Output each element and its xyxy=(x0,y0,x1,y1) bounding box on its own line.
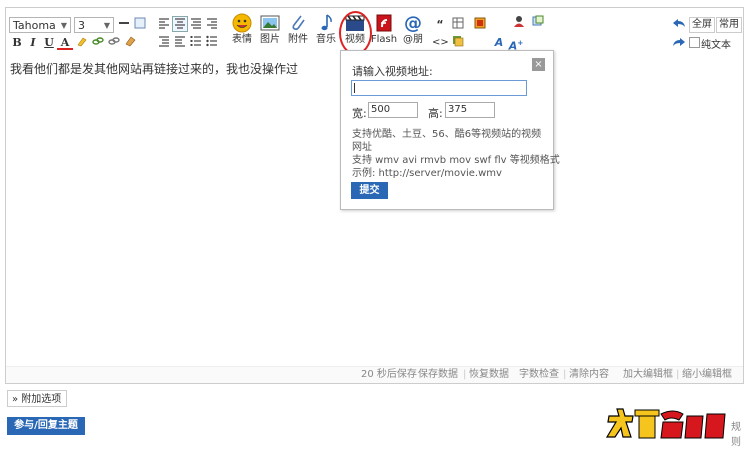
align-left-icon[interactable] xyxy=(156,17,172,33)
support-note-1: 支持优酷、土豆、56、酷6等视频站的视频 xyxy=(352,129,542,140)
example-note: 示例: http://server/movie.wmv xyxy=(352,168,502,179)
common-button[interactable]: 常用 xyxy=(716,17,742,33)
shrink-editor-link[interactable]: 缩小编辑框 xyxy=(682,367,732,382)
editor-toolbar: Tahoma ▼ 3 ▼ B I U A 表情 图片 附件 音乐 视频 Flas… xyxy=(6,8,743,55)
undo-icon[interactable] xyxy=(672,17,686,32)
free-icon[interactable] xyxy=(450,35,466,51)
plain-text-checkbox[interactable] xyxy=(689,37,700,48)
height-input[interactable]: 375 xyxy=(445,102,495,118)
flash-icon xyxy=(376,14,392,32)
font-size-value: 3 xyxy=(78,19,85,32)
enlarge-editor-link[interactable]: 加大编辑框 xyxy=(623,367,673,382)
image-button[interactable]: 图片 xyxy=(256,12,284,52)
eraser-icon[interactable] xyxy=(122,35,138,51)
font-color-button[interactable]: A xyxy=(57,35,73,50)
align-right-icon[interactable] xyxy=(204,17,220,33)
editor-content[interactable]: 我看他们都是发其他网站再链接过来的，我也没操作过 xyxy=(10,60,298,77)
underline-button[interactable]: U xyxy=(41,35,57,51)
font-style-icon[interactable]: A xyxy=(491,35,507,51)
chevron-down-icon: ▼ xyxy=(103,21,110,30)
submit-button[interactable]: 提交 xyxy=(351,182,388,199)
emoticon-button[interactable]: 表情 xyxy=(228,12,256,52)
align-center-icon[interactable] xyxy=(172,16,188,32)
width-input[interactable]: 500 xyxy=(368,102,418,118)
music-note-icon xyxy=(321,14,332,31)
indent-icon[interactable] xyxy=(156,35,172,51)
text-cursor xyxy=(354,83,355,93)
outdent-icon[interactable] xyxy=(172,35,188,51)
divider: | xyxy=(563,369,567,380)
autosave-countdown: 20 秒后保存 xyxy=(361,369,417,380)
video-highlight-circle xyxy=(339,11,372,55)
font-family-value: Tahoma xyxy=(13,19,56,32)
image-icon xyxy=(260,15,280,31)
quote-icon[interactable]: “ xyxy=(432,17,448,33)
flash-button[interactable]: Flash xyxy=(370,12,398,52)
close-icon[interactable]: × xyxy=(532,58,545,71)
redo-icon[interactable] xyxy=(672,36,686,51)
attachment-button[interactable]: 附件 xyxy=(284,12,312,52)
height-label: 高: xyxy=(428,107,443,120)
media-icon[interactable] xyxy=(472,17,488,33)
music-button[interactable]: 音乐 xyxy=(312,12,340,52)
italic-button[interactable]: I xyxy=(25,35,41,51)
background-color-icon[interactable] xyxy=(132,17,148,33)
width-label: 宽: xyxy=(352,107,367,120)
video-insert-popup: × 请输入视频地址: 宽: 500 高: 375 支持优酷、土豆、56、酷6等视… xyxy=(340,50,560,210)
chevron-down-icon: ▼ xyxy=(60,21,67,30)
clear-content-link[interactable]: 清除内容 xyxy=(569,367,609,382)
horizontal-rule-icon[interactable] xyxy=(116,17,132,33)
divider: | xyxy=(463,369,467,380)
highlighter-icon[interactable] xyxy=(74,35,90,51)
svg-text:@: @ xyxy=(404,13,422,34)
editor-status-bar: 20 秒后保存 保存数据 | 恢复数据 字数检查 | 清除内容 加大编辑框 | … xyxy=(6,366,743,383)
attach-options-button[interactable]: » 附加选项 xyxy=(7,390,67,407)
code-icon[interactable]: <> xyxy=(432,35,449,51)
table-icon[interactable] xyxy=(450,17,466,33)
font-family-select[interactable]: Tahoma ▼ xyxy=(9,17,71,33)
smiley-icon xyxy=(232,13,252,33)
ordered-list-icon[interactable] xyxy=(188,35,204,51)
save-data-link[interactable]: 保存数据 xyxy=(418,367,458,382)
copy-icon[interactable] xyxy=(530,15,546,31)
restore-data-link[interactable]: 恢复数据 xyxy=(469,367,509,382)
rules-link[interactable]: 规则 xyxy=(731,418,749,448)
word-count-link[interactable]: 字数检查 xyxy=(519,367,559,382)
align-justify-icon[interactable] xyxy=(188,17,204,33)
video-url-input[interactable] xyxy=(351,80,527,96)
font-size-select[interactable]: 3 ▼ xyxy=(74,17,114,33)
paperclip-icon xyxy=(292,15,305,31)
reply-button[interactable]: 参与/回复主题 xyxy=(7,417,85,435)
superscript-icon[interactable]: A+ xyxy=(508,35,524,53)
popup-title: 请输入视频地址: xyxy=(352,65,433,78)
unlink-icon[interactable] xyxy=(106,35,122,51)
unordered-list-icon[interactable] xyxy=(204,35,220,51)
mention-button[interactable]: @ @朋 xyxy=(399,12,427,52)
user-icon[interactable] xyxy=(511,15,527,31)
site-logo xyxy=(605,404,729,444)
divider: | xyxy=(676,369,680,380)
fullscreen-button[interactable]: 全屏 xyxy=(689,17,715,33)
at-icon: @ xyxy=(404,13,422,34)
plain-text-label: 纯文本 xyxy=(701,40,731,51)
link-icon[interactable] xyxy=(90,35,106,51)
bold-button[interactable]: B xyxy=(9,35,25,51)
mention-label: @朋 xyxy=(403,34,423,45)
